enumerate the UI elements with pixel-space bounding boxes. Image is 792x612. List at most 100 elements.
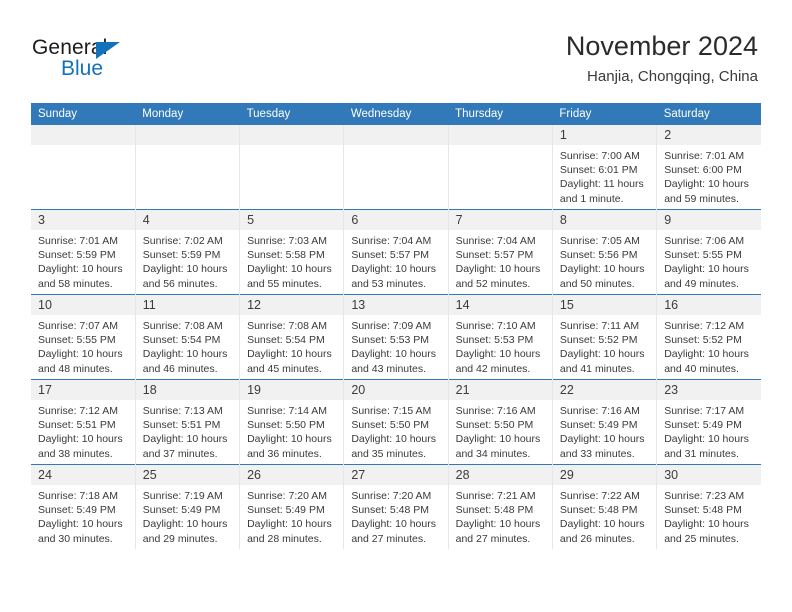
- day-detail: [136, 145, 239, 149]
- day-detail: Sunrise: 7:10 AM Sunset: 5:53 PM Daylight:…: [449, 315, 552, 376]
- sunset-text: Sunset: 5:54 PM: [247, 334, 325, 347]
- day-number: 15: [552, 295, 657, 315]
- calendar-cell-empty: [343, 125, 449, 210]
- calendar-day-cell[interactable]: 29 Sunrise: 7:22 AM Sunset: 5:48 PM Dayligh…: [551, 464, 658, 549]
- sunrise-text: Sunrise: 7:08 AM: [142, 320, 223, 332]
- calendar-day-cell[interactable]: 23 Sunrise: 7:17 AM Sunset: 5:49 PM Dayligh…: [656, 379, 761, 465]
- calendar-day-cell[interactable]: 6 Sunrise: 7:04 AM Sunset: 5:57 PM Daylight…: [343, 209, 449, 295]
- day-detail: Sunrise: 7:18 AM Sunset: 5:49 PM Daylight:…: [31, 485, 135, 546]
- sunset-text: Sunset: 5:48 PM: [351, 504, 429, 517]
- calendar-day-cell[interactable]: 22 Sunrise: 7:16 AM Sunset: 5:49 PM Dayligh…: [551, 379, 658, 465]
- sunset-text: Sunset: 5:49 PM: [559, 419, 638, 432]
- day-number: 26: [240, 465, 344, 485]
- daylight-text: Daylight: 10 hours and 53 minutes.: [351, 263, 436, 290]
- calendar-day-cell[interactable]: 12 Sunrise: 7:08 AM Sunset: 5:54 PM Dayligh…: [239, 294, 345, 380]
- day-detail: Sunrise: 7:04 AM Sunset: 5:57 PM Daylight:…: [344, 230, 447, 291]
- sunset-text: Sunset: 5:53 PM: [455, 334, 534, 347]
- calendar-day-cell[interactable]: 14 Sunrise: 7:10 AM Sunset: 5:53 PM Dayligh…: [447, 294, 553, 380]
- sunrise-text: Sunrise: 7:12 AM: [664, 320, 745, 332]
- day-number: [135, 125, 240, 145]
- sunrise-text: Sunrise: 7:03 AM: [247, 235, 328, 247]
- sunrise-text: Sunrise: 7:05 AM: [559, 235, 640, 247]
- daylight-text: Daylight: 10 hours and 30 minutes.: [38, 518, 123, 545]
- sunset-text: Sunset: 5:54 PM: [142, 334, 221, 347]
- sunrise-text: Sunrise: 7:08 AM: [247, 320, 328, 332]
- brand-logo[interactable]: General Blue: [32, 36, 162, 88]
- calendar-day-cell[interactable]: 20 Sunrise: 7:15 AM Sunset: 5:50 PM Dayligh…: [343, 379, 449, 465]
- day-number: [448, 125, 552, 145]
- calendar-day-cell[interactable]: 24 Sunrise: 7:18 AM Sunset: 5:49 PM Dayligh…: [31, 464, 136, 549]
- calendar-day-cell[interactable]: 15 Sunrise: 7:11 AM Sunset: 5:52 PM Dayligh…: [551, 294, 658, 380]
- day-number: 5: [240, 210, 344, 230]
- day-detail: Sunrise: 7:09 AM Sunset: 5:53 PM Daylight:…: [344, 315, 447, 376]
- page-header: General Blue November 2024 Hanjia, Chong…: [0, 0, 792, 100]
- day-number: 10: [31, 295, 135, 315]
- calendar-day-cell[interactable]: 10 Sunrise: 7:07 AM Sunset: 5:55 PM Dayligh…: [31, 294, 136, 380]
- day-number: 13: [344, 295, 448, 315]
- calendar-day-cell[interactable]: 2 Sunrise: 7:01 AM Sunset: 6:00 PM Daylight…: [656, 125, 761, 210]
- calendar-week-row: 10 Sunrise: 7:07 AM Sunset: 5:55 PM Dayligh…: [31, 294, 761, 380]
- sunset-text: Sunset: 5:51 PM: [142, 419, 221, 432]
- calendar-day-cell[interactable]: 25 Sunrise: 7:19 AM Sunset: 5:49 PM Dayligh…: [134, 464, 241, 549]
- calendar-day-cell[interactable]: 1 Sunrise: 7:00 AM Sunset: 6:01 PM Daylight…: [551, 125, 658, 210]
- day-number: 18: [135, 380, 240, 400]
- calendar-day-cell[interactable]: 5 Sunrise: 7:03 AM Sunset: 5:58 PM Daylight…: [239, 209, 345, 295]
- sunrise-text: Sunrise: 7:16 AM: [455, 405, 536, 417]
- calendar-day-cell[interactable]: 7 Sunrise: 7:04 AM Sunset: 5:57 PM Daylight…: [447, 209, 553, 295]
- sunset-text: Sunset: 5:52 PM: [664, 334, 742, 347]
- day-number: [31, 125, 135, 145]
- calendar-day-cell[interactable]: 28 Sunrise: 7:21 AM Sunset: 5:48 PM Dayligh…: [447, 464, 553, 549]
- daylight-text: Daylight: 10 hours and 28 minutes.: [247, 518, 332, 545]
- calendar-day-cell[interactable]: 4 Sunrise: 7:02 AM Sunset: 5:59 PM Daylight…: [134, 209, 241, 295]
- sunrise-text: Sunrise: 7:21 AM: [455, 490, 536, 502]
- sunrise-text: Sunrise: 7:13 AM: [142, 405, 223, 417]
- calendar-week-row: 1 Sunrise: 7:00 AM Sunset: 6:01 PM Daylight…: [31, 125, 761, 210]
- sunset-text: Sunset: 5:52 PM: [559, 334, 638, 347]
- sunset-text: Sunset: 5:48 PM: [559, 504, 638, 517]
- sunset-text: Sunset: 5:57 PM: [351, 249, 429, 262]
- daylight-text: Daylight: 10 hours and 40 minutes.: [664, 348, 749, 375]
- sunrise-text: Sunrise: 7:23 AM: [664, 490, 745, 502]
- calendar-day-cell[interactable]: 13 Sunrise: 7:09 AM Sunset: 5:53 PM Dayligh…: [343, 294, 449, 380]
- day-number: 21: [448, 380, 552, 400]
- day-number: 25: [135, 465, 240, 485]
- sunset-text: Sunset: 5:49 PM: [247, 504, 325, 517]
- day-detail: Sunrise: 7:16 AM Sunset: 5:49 PM Daylight:…: [553, 400, 656, 461]
- day-number: 3: [31, 210, 135, 230]
- sunset-text: Sunset: 5:57 PM: [455, 249, 534, 262]
- day-number: 29: [552, 465, 657, 485]
- day-number: 1: [552, 125, 657, 145]
- sunrise-text: Sunrise: 7:04 AM: [351, 235, 432, 247]
- calendar-day-cell[interactable]: 26 Sunrise: 7:20 AM Sunset: 5:49 PM Dayligh…: [239, 464, 345, 549]
- day-detail: Sunrise: 7:13 AM Sunset: 5:51 PM Daylight:…: [136, 400, 239, 461]
- calendar-day-cell[interactable]: 27 Sunrise: 7:20 AM Sunset: 5:48 PM Dayligh…: [343, 464, 449, 549]
- calendar-day-cell[interactable]: 9 Sunrise: 7:06 AM Sunset: 5:55 PM Daylight…: [656, 209, 761, 295]
- sunrise-text: Sunrise: 7:20 AM: [351, 490, 432, 502]
- day-number: 27: [344, 465, 448, 485]
- day-detail: Sunrise: 7:19 AM Sunset: 5:49 PM Daylight:…: [136, 485, 239, 546]
- page-title: November 2024: [565, 31, 758, 61]
- calendar-day-cell[interactable]: 16 Sunrise: 7:12 AM Sunset: 5:52 PM Dayligh…: [656, 294, 761, 380]
- calendar-day-cell[interactable]: 3 Sunrise: 7:01 AM Sunset: 5:59 PM Daylight…: [31, 209, 136, 295]
- calendar-day-cell[interactable]: 18 Sunrise: 7:13 AM Sunset: 5:51 PM Dayligh…: [134, 379, 241, 465]
- sunset-text: Sunset: 6:00 PM: [664, 164, 742, 177]
- calendar-day-cell[interactable]: 30 Sunrise: 7:23 AM Sunset: 5:48 PM Dayligh…: [656, 464, 761, 549]
- sunrise-text: Sunrise: 7:20 AM: [247, 490, 328, 502]
- daylight-text: Daylight: 10 hours and 52 minutes.: [455, 263, 541, 290]
- calendar-cell-empty: [31, 125, 136, 210]
- sunset-text: Sunset: 5:58 PM: [247, 249, 325, 262]
- daylight-text: Daylight: 10 hours and 41 minutes.: [559, 348, 645, 375]
- calendar-day-cell[interactable]: 21 Sunrise: 7:16 AM Sunset: 5:50 PM Dayligh…: [447, 379, 553, 465]
- calendar-day-cell[interactable]: 17 Sunrise: 7:12 AM Sunset: 5:51 PM Dayligh…: [31, 379, 136, 465]
- calendar-day-cell[interactable]: 8 Sunrise: 7:05 AM Sunset: 5:56 PM Daylight…: [551, 209, 658, 295]
- day-detail: Sunrise: 7:16 AM Sunset: 5:50 PM Daylight:…: [449, 400, 552, 461]
- calendar-day-cell[interactable]: 19 Sunrise: 7:14 AM Sunset: 5:50 PM Dayligh…: [239, 379, 345, 465]
- sunrise-text: Sunrise: 7:01 AM: [38, 235, 118, 247]
- day-detail: Sunrise: 7:00 AM Sunset: 6:01 PM Daylight:…: [553, 145, 656, 206]
- sunrise-text: Sunrise: 7:19 AM: [142, 490, 223, 502]
- day-number: 22: [552, 380, 657, 400]
- day-detail: Sunrise: 7:20 AM Sunset: 5:49 PM Daylight:…: [240, 485, 343, 546]
- daylight-text: Daylight: 10 hours and 55 minutes.: [247, 263, 332, 290]
- sunset-text: Sunset: 5:55 PM: [38, 334, 116, 347]
- calendar-day-cell[interactable]: 11 Sunrise: 7:08 AM Sunset: 5:54 PM Dayligh…: [134, 294, 241, 380]
